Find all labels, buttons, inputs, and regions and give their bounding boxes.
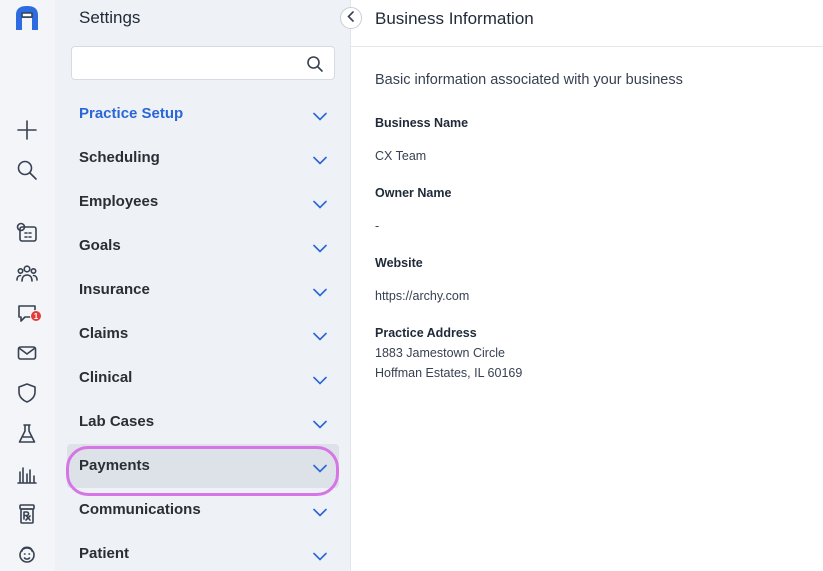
website-label: Website: [375, 256, 423, 270]
nav-item-employees[interactable]: Employees: [67, 180, 339, 224]
nav-item-clinical[interactable]: Clinical: [67, 356, 339, 400]
nav-item-communications[interactable]: Communications: [67, 488, 339, 532]
settings-search[interactable]: [71, 46, 335, 80]
nav-item-label: Payments: [79, 457, 150, 474]
icon-rail: 1: [0, 0, 55, 571]
nav-item-label: Communications: [79, 501, 201, 518]
nav-item-label: Claims: [79, 325, 129, 342]
nav-item-patient[interactable]: Patient: [67, 532, 339, 571]
main-content: Business Information Basic information a…: [351, 0, 823, 571]
nav-item-label: Scheduling: [79, 149, 160, 166]
practice-address-line1: 1883 Jamestown Circle: [375, 346, 505, 360]
owner-name-value: -: [375, 219, 380, 233]
chevron-down-icon[interactable]: [313, 416, 327, 434]
reports-icon[interactable]: [13, 460, 41, 488]
nav-item-practice-setup[interactable]: Practice Setup: [67, 92, 339, 136]
nav-item-label: Clinical: [79, 369, 133, 386]
flask-icon[interactable]: [13, 420, 41, 448]
plus-icon[interactable]: [13, 116, 41, 144]
chevron-down-icon[interactable]: [313, 548, 327, 566]
nav-item-insurance[interactable]: Insurance: [67, 268, 339, 312]
nav-item-label: Employees: [79, 193, 159, 210]
nav-item-label: Lab Cases: [79, 413, 155, 430]
support-icon[interactable]: [13, 540, 41, 568]
chevron-down-icon[interactable]: [313, 240, 327, 258]
website-value: https://archy.com: [375, 289, 470, 303]
patients-icon[interactable]: [13, 259, 41, 287]
mail-icon[interactable]: [13, 339, 41, 367]
practice-address-line2: Hoffman Estates, IL 60169: [375, 366, 523, 380]
chat-icon[interactable]: 1: [13, 299, 42, 327]
prescription-icon[interactable]: [13, 500, 41, 528]
nav-item-payments[interactable]: Payments: [66, 444, 339, 496]
practice-address-label: Practice Address: [375, 326, 477, 340]
shield-icon[interactable]: [13, 379, 41, 407]
owner-name-label: Owner Name: [375, 186, 452, 200]
archy-logo-icon[interactable]: [13, 4, 41, 32]
settings-panel: Settings Practice Setup Scheduling Emplo…: [55, 0, 351, 571]
search-input[interactable]: [80, 53, 300, 73]
chevron-down-icon[interactable]: [313, 196, 327, 214]
chevron-down-icon[interactable]: [313, 108, 327, 126]
schedule-icon[interactable]: [13, 219, 41, 247]
nav-item-label: Goals: [79, 237, 121, 254]
settings-title: Settings: [79, 8, 141, 27]
search-icon[interactable]: [13, 156, 41, 184]
page-title: Business Information: [375, 9, 534, 28]
nav-item-label: Insurance: [79, 281, 150, 298]
nav-item-label: Patient: [79, 545, 130, 562]
chevron-down-icon[interactable]: [313, 460, 327, 478]
chevron-down-icon[interactable]: [313, 372, 327, 390]
chevron-down-icon[interactable]: [313, 328, 327, 346]
nav-item-claims[interactable]: Claims: [67, 312, 339, 356]
chevron-down-icon[interactable]: [313, 284, 327, 302]
nav-item-scheduling[interactable]: Scheduling: [67, 136, 339, 180]
nav-item-label: Practice Setup: [79, 105, 184, 122]
main-header: Business Information: [351, 0, 823, 47]
business-name-value: CX Team: [375, 149, 427, 163]
notification-badge: 1: [30, 310, 42, 322]
search-icon[interactable]: [306, 55, 324, 78]
page-subtitle: Basic information associated with your b…: [375, 72, 683, 88]
nav-item-lab-cases[interactable]: Lab Cases: [67, 400, 339, 444]
chevron-down-icon[interactable]: [313, 152, 327, 170]
business-name-label: Business Name: [375, 116, 469, 130]
nav-item-goals[interactable]: Goals: [67, 224, 339, 268]
chevron-down-icon[interactable]: [313, 504, 327, 522]
